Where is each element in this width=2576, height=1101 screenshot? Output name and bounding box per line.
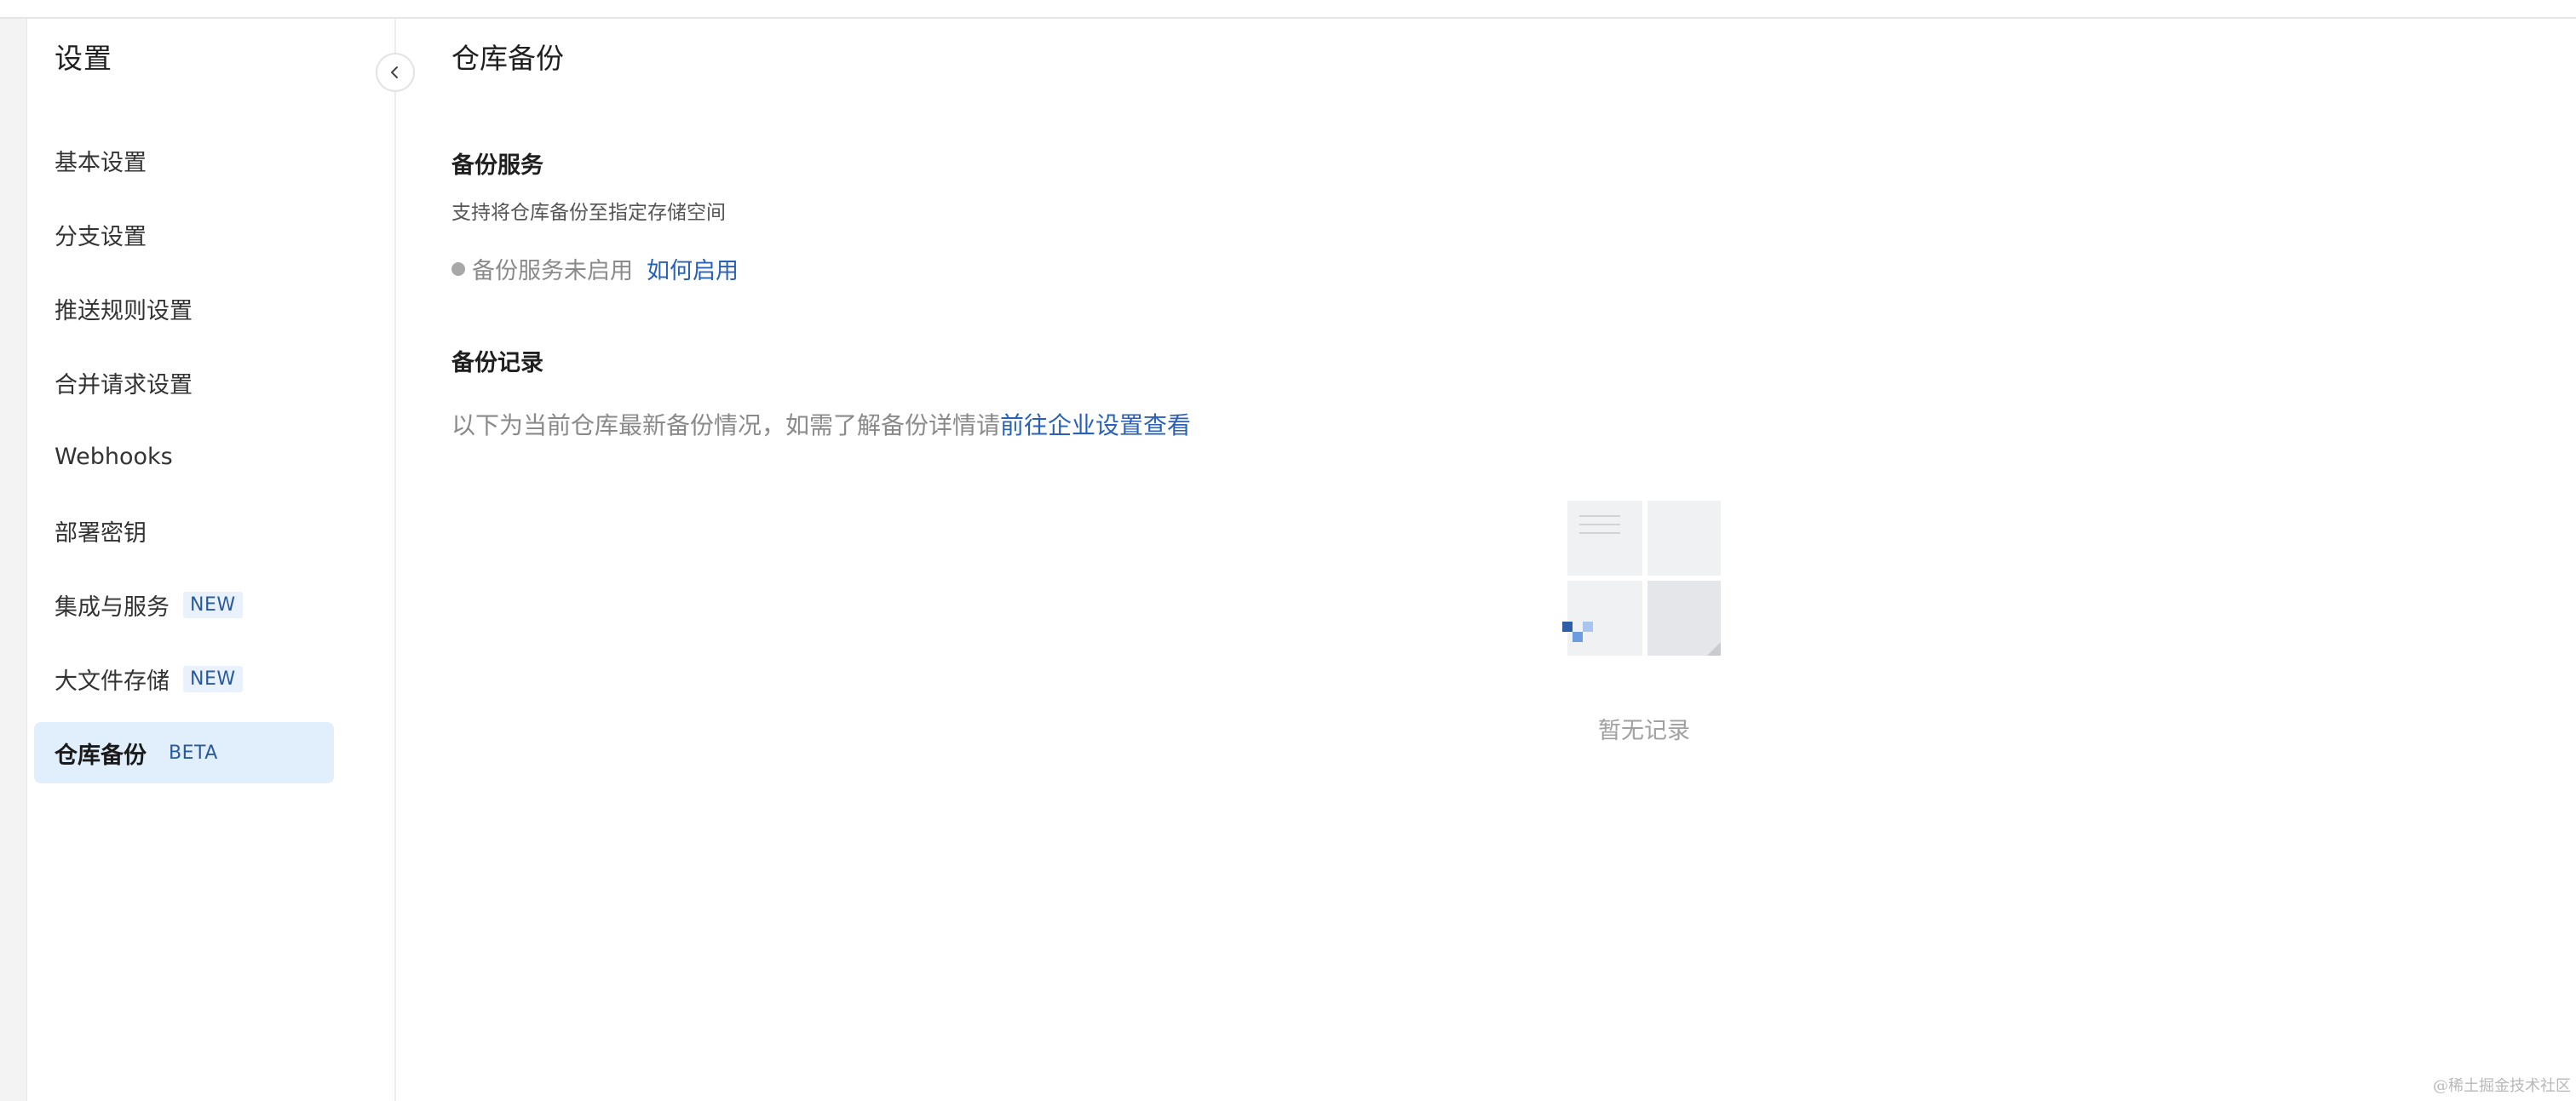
sidebar-item-label: 分支设置: [55, 223, 147, 250]
top-bar: [0, 0, 2576, 19]
section-title-backup-records: 备份记录: [451, 350, 543, 376]
collapse-sidebar-button[interactable]: [376, 53, 415, 92]
sidebar-item-webhooks[interactable]: Webhooks: [34, 426, 334, 487]
backup-status-row: 备份服务未启用 如何启用: [451, 252, 739, 285]
sidebar-item-label: 集成与服务: [55, 594, 170, 621]
empty-state-text: 暂无记录: [1598, 718, 1690, 744]
sidebar-item-label: Webhooks: [55, 443, 173, 470]
sidebar-item-branch-settings[interactable]: 分支设置: [34, 204, 334, 265]
chevron-left-icon: [391, 66, 398, 78]
backup-status-text: 备份服务未启用: [472, 258, 633, 284]
sidebar-item-label: 基本设置: [55, 149, 147, 176]
sidebar-item-label: 大文件存储: [55, 668, 170, 695]
sidebar-item-push-rules[interactable]: 推送规则设置: [34, 278, 334, 339]
sidebar-item-label: 推送规则设置: [55, 297, 193, 324]
sidebar-item-basic-settings[interactable]: 基本设置: [34, 129, 334, 191]
status-dot-icon: [451, 261, 465, 276]
new-badge: NEW: [183, 591, 243, 618]
sidebar-title: 设置: [55, 42, 112, 75]
page-title: 仓库备份: [451, 42, 564, 75]
sidebar-item-label: 仓库备份: [55, 742, 147, 769]
left-edge-strip: [0, 19, 27, 1101]
sidebar-item-label: 合并请求设置: [55, 371, 193, 399]
backup-service-description: 支持将仓库备份至指定存储空间: [451, 202, 726, 224]
enterprise-settings-link[interactable]: 前往企业设置查看: [1000, 411, 1191, 439]
sidebar-item-repo-backup[interactable]: 仓库备份 BETA: [34, 722, 334, 783]
how-to-enable-link[interactable]: 如何启用: [647, 252, 739, 285]
backup-records-description: 以下为当前仓库最新备份情况，如需了解备份详情请前往企业设置查看: [451, 407, 1191, 441]
beta-badge: BETA: [169, 742, 218, 764]
records-description-text: 以下为当前仓库最新备份情况，如需了解备份详情请: [451, 411, 1001, 439]
sidebar-item-merge-request-settings[interactable]: 合并请求设置: [34, 352, 334, 413]
sidebar-item-integrations[interactable]: 集成与服务 NEW: [34, 574, 334, 635]
watermark: @稀土掘金技术社区: [2433, 1077, 2571, 1095]
sidebar-item-label: 部署密钥: [55, 519, 147, 547]
empty-state-illustration: [1562, 501, 1721, 656]
sidebar-item-deploy-keys[interactable]: 部署密钥: [34, 500, 334, 561]
section-title-backup-service: 备份服务: [451, 152, 543, 179]
sidebar-item-lfs[interactable]: 大文件存储 NEW: [34, 648, 334, 709]
new-badge: NEW: [183, 665, 243, 692]
